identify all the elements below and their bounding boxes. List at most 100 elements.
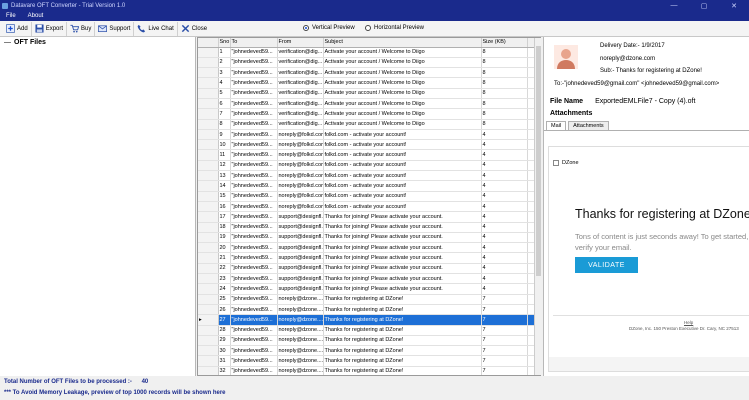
cell-subject: Thanks for joining! Please activate your… (323, 273, 482, 285)
cell-sno: 1 (218, 47, 231, 58)
table-row[interactable]: 13 "johnedeved59... noreply@folkd.com folkd… (198, 170, 540, 182)
row-indicator[interactable] (198, 232, 219, 244)
row-indicator[interactable] (198, 335, 219, 347)
row-indicator[interactable] (198, 57, 219, 69)
table-row[interactable]: 21 "johnedeved59... support@designfl... Tha… (198, 252, 540, 264)
table-row[interactable]: 16 "johnedeved59... noreply@folkd.com folkd… (198, 201, 540, 213)
row-indicator[interactable] (198, 273, 219, 285)
row-indicator[interactable] (198, 345, 219, 357)
row-indicator[interactable] (198, 304, 219, 316)
table-row[interactable]: 29 "johnedeved59... noreply@dzone.... Thank… (198, 335, 540, 347)
row-indicator[interactable] (198, 149, 219, 161)
tree-expander-icon[interactable]: — (4, 39, 11, 46)
row-indicator[interactable] (198, 222, 219, 233)
column-header-subject[interactable]: Subject (323, 38, 482, 48)
menu-bar: File About (0, 11, 749, 21)
table-row[interactable]: 18 "johnedeved59... support@designfl... Tha… (198, 222, 540, 233)
row-indicator[interactable] (198, 325, 219, 336)
table-row[interactable]: 28 "johnedeved59... noreply@dzone.... Thank… (198, 325, 540, 336)
table-row[interactable]: 4 "johnedeved59... verification@dig... Acti… (198, 77, 540, 89)
row-indicator[interactable] (198, 160, 219, 172)
table-row[interactable]: 30 "johnedeved59... noreply@dzone.... Thank… (198, 345, 540, 357)
cell-size: 4 (481, 170, 528, 182)
add-button[interactable]: Add (3, 21, 32, 36)
column-header-size[interactable]: Size (KB) (481, 38, 528, 48)
row-indicator[interactable] (198, 252, 219, 264)
row-indicator[interactable] (198, 170, 219, 182)
live-chat-button[interactable]: Live Chat (134, 21, 178, 36)
scrollbar-thumb[interactable] (536, 46, 541, 276)
column-header-from[interactable]: From (277, 38, 324, 48)
table-row[interactable]: 17 "johnedeved59... support@designfl... Tha… (198, 211, 540, 223)
help-link[interactable]: Help (684, 320, 693, 325)
table-row[interactable]: 24 "johnedeved59... support@designfl... Tha… (198, 283, 540, 295)
row-indicator[interactable] (198, 77, 219, 89)
radio-unchecked-icon (365, 25, 371, 31)
table-row[interactable]: 5 "johnedeved59... verification@dig... Acti… (198, 88, 540, 99)
cell-subject: Thanks for joining! Please activate your… (323, 211, 482, 223)
table-row[interactable]: 26 "johnedeved59... noreply@dzone.... Thank… (198, 304, 540, 316)
row-indicator[interactable] (198, 119, 219, 130)
row-indicator[interactable] (198, 67, 219, 79)
table-row[interactable]: 3 "johnedeved59... verification@dig... Acti… (198, 67, 540, 79)
table-row[interactable]: 31 "johnedeved59... noreply@dzone.... Thank… (198, 355, 540, 367)
table-row[interactable]: 7 "johnedeved59... verification@dig... Acti… (198, 108, 540, 120)
menu-file[interactable]: File (0, 13, 22, 19)
table-row[interactable]: 12 "johnedeved59... noreply@folkd.com folkd… (198, 160, 540, 172)
table-row[interactable]: 25 "johnedeved59... noreply@dzone.... Thank… (198, 294, 540, 305)
table-row[interactable]: 8 "johnedeved59... verification@dig... Acti… (198, 119, 540, 130)
buy-button[interactable]: Buy (67, 21, 96, 36)
row-indicator[interactable] (198, 211, 219, 223)
table-row[interactable]: 15 "johnedeved59... noreply@folkd.com folkd… (198, 191, 540, 202)
tree-root-oft-files[interactable]: — OFT Files (0, 37, 195, 48)
row-indicator[interactable] (198, 180, 219, 192)
grid-vertical-scrollbar[interactable] (534, 38, 541, 375)
cell-size: 8 (481, 98, 528, 110)
table-row[interactable]: ▸ 27 "johnedeved59... noreply@dzone.... Than… (198, 314, 540, 326)
row-indicator[interactable] (198, 191, 219, 202)
table-row[interactable]: 23 "johnedeved59... support@designfl... Tha… (198, 273, 540, 285)
vertical-preview-radio[interactable]: Vertical Preview (303, 25, 355, 31)
table-row[interactable]: 2 "johnedeved59... verification@dig... Acti… (198, 57, 540, 69)
menu-about[interactable]: About (22, 13, 50, 19)
row-indicator[interactable] (198, 88, 219, 99)
table-row[interactable]: 6 "johnedeved59... verification@dig... Acti… (198, 98, 540, 110)
row-indicator[interactable] (198, 108, 219, 120)
table-row[interactable]: 32 "johnedeved59... noreply@dzone.... Thank… (198, 366, 540, 375)
close-button[interactable]: Close (178, 22, 210, 36)
table-row[interactable]: 11 "johnedeved59... noreply@folkd.com folkd… (198, 149, 540, 161)
table-row[interactable]: 19 "johnedeved59... support@designfl... Tha… (198, 232, 540, 244)
validate-button[interactable]: VALIDATE (575, 257, 638, 273)
maximize-button[interactable]: ▢ (689, 2, 719, 10)
row-indicator[interactable] (198, 294, 219, 305)
export-button[interactable]: Export (32, 21, 68, 36)
row-indicator[interactable] (198, 139, 219, 151)
row-indicator[interactable] (198, 283, 219, 295)
tab-attachments[interactable]: Attachments (568, 121, 609, 130)
table-row[interactable]: 22 "johnedeved59... support@designfl... Tha… (198, 263, 540, 275)
row-indicator[interactable] (198, 201, 219, 213)
row-indicator[interactable] (198, 98, 219, 110)
row-indicator[interactable]: ▸ (198, 314, 219, 326)
tab-mail[interactable]: Mail (546, 121, 567, 130)
minimize-button[interactable]: — (659, 2, 689, 10)
table-row[interactable]: 20 "johnedeved59... support@designfl... Tha… (198, 242, 540, 254)
close-window-button[interactable]: ✕ (719, 2, 749, 10)
row-indicator[interactable] (198, 263, 219, 275)
row-indicator[interactable] (198, 129, 219, 141)
table-row[interactable]: 9 "johnedeved59... noreply@folkd.com folkd.… (198, 129, 540, 141)
row-indicator[interactable] (198, 47, 219, 58)
row-indicator[interactable] (198, 366, 219, 375)
support-button[interactable]: Support (95, 21, 135, 36)
horizontal-preview-radio[interactable]: Horizontal Preview (365, 25, 424, 31)
column-header-to[interactable]: To (230, 38, 278, 48)
cell-sno: 13 (218, 170, 231, 182)
table-row[interactable]: 1 "johnedeved59... verification@dig... Acti… (198, 47, 540, 58)
table-row[interactable]: 10 "johnedeved59... noreply@folkd.com folkd… (198, 139, 540, 151)
cell-subject: Activate your account / Welcome to Diigo (323, 88, 482, 99)
row-indicator[interactable] (198, 355, 219, 367)
row-indicator[interactable] (198, 242, 219, 254)
table-row[interactable]: 14 "johnedeved59... noreply@folkd.com folkd… (198, 180, 540, 192)
column-header-sno[interactable]: Sno (218, 38, 231, 48)
row-indicator-header (198, 38, 219, 48)
